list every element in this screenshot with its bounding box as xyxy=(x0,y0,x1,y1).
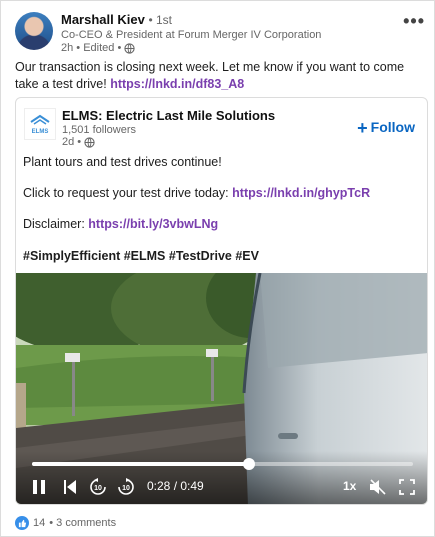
mute-button[interactable] xyxy=(368,477,388,497)
seek-handle[interactable] xyxy=(243,458,256,470)
author-name[interactable]: Marshall Kiev xyxy=(61,12,145,27)
follower-count: 1,501 followers xyxy=(62,124,136,136)
author-name-line[interactable]: Marshall Kiev • 1st xyxy=(61,12,172,27)
shared-post-meta: 2d • xyxy=(62,136,95,148)
plus-icon: + xyxy=(357,118,368,138)
fullscreen-button[interactable] xyxy=(397,477,417,497)
shared-line-1: Plant tours and test drives continue! xyxy=(23,155,222,169)
author-headline: Co-CEO & President at Forum Merger IV Co… xyxy=(61,29,322,41)
disclaimer-link[interactable]: https://bit.ly/3vbwLNg xyxy=(88,217,218,231)
company-name[interactable]: ELMS: Electric Last Mile Solutions xyxy=(62,108,275,123)
post-text: Our transaction is closing next week. Le… xyxy=(15,59,420,93)
shared-line-3: Disclaimer: https://bit.ly/3vbwLNg xyxy=(23,216,218,232)
seek-bar[interactable] xyxy=(32,458,413,470)
rewind-icon: 10 xyxy=(90,478,106,495)
post-time: 2h • Edited • xyxy=(61,42,122,54)
muted-volume-icon xyxy=(370,479,386,495)
post-meta: 2h • Edited • xyxy=(61,42,135,54)
rewind-10-button[interactable]: 10 xyxy=(88,477,108,497)
like-reaction-icon xyxy=(15,516,29,530)
shared-post: ELMS ELMS: Electric Last Mile Solutions … xyxy=(15,97,428,505)
feed-post: Marshall Kiev • 1st Co-CEO & President a… xyxy=(0,0,435,537)
shared-post-time: 2d • xyxy=(62,136,82,148)
globe-icon xyxy=(84,136,95,148)
logo-text: ELMS xyxy=(32,129,49,135)
video-time: 0:28 / 0:49 xyxy=(147,479,204,493)
follow-label: Follow xyxy=(370,119,415,135)
pause-icon xyxy=(33,480,45,494)
post-link[interactable]: https://lnkd.in/df83_A8 xyxy=(110,77,244,91)
request-text: Click to request your test drive today: xyxy=(23,186,229,200)
comment-count[interactable]: • 3 comments xyxy=(49,517,116,529)
connection-degree: • 1st xyxy=(148,13,172,27)
pause-button[interactable] xyxy=(30,477,48,497)
fullscreen-icon xyxy=(399,479,415,495)
seek-progress xyxy=(32,462,250,466)
forward-icon: 10 xyxy=(118,478,134,495)
skip-back-icon xyxy=(64,480,76,494)
playback-speed-button[interactable]: 1x xyxy=(343,479,356,493)
globe-icon xyxy=(124,42,135,54)
video-player[interactable]: 10 10 0:28 / 0:49 1x xyxy=(16,273,427,504)
forward-10-button[interactable]: 10 xyxy=(116,477,136,497)
shared-line-2: Click to request your test drive today: … xyxy=(23,185,370,201)
author-avatar[interactable] xyxy=(15,12,53,50)
skip-back-button[interactable] xyxy=(62,477,78,497)
video-controls: 10 10 0:28 / 0:49 1x xyxy=(16,451,427,504)
disclaimer-text: Disclaimer: xyxy=(23,217,85,231)
company-logo[interactable]: ELMS xyxy=(24,108,56,140)
forward-label: 10 xyxy=(122,485,130,492)
more-options-icon[interactable]: ••• xyxy=(403,11,425,32)
follow-button[interactable]: + Follow xyxy=(357,118,415,139)
elms-logo-icon: ELMS xyxy=(30,114,50,135)
request-link[interactable]: https://lnkd.in/ghypTcR xyxy=(232,186,370,200)
reaction-count[interactable]: 14 xyxy=(33,517,45,529)
rewind-label: 10 xyxy=(94,485,102,492)
post-header: Marshall Kiev • 1st Co-CEO & President a… xyxy=(15,11,425,55)
social-counts: 14 • 3 comments xyxy=(15,516,116,530)
hashtags[interactable]: #SimplyEfficient #ELMS #TestDrive #EV xyxy=(23,248,259,264)
